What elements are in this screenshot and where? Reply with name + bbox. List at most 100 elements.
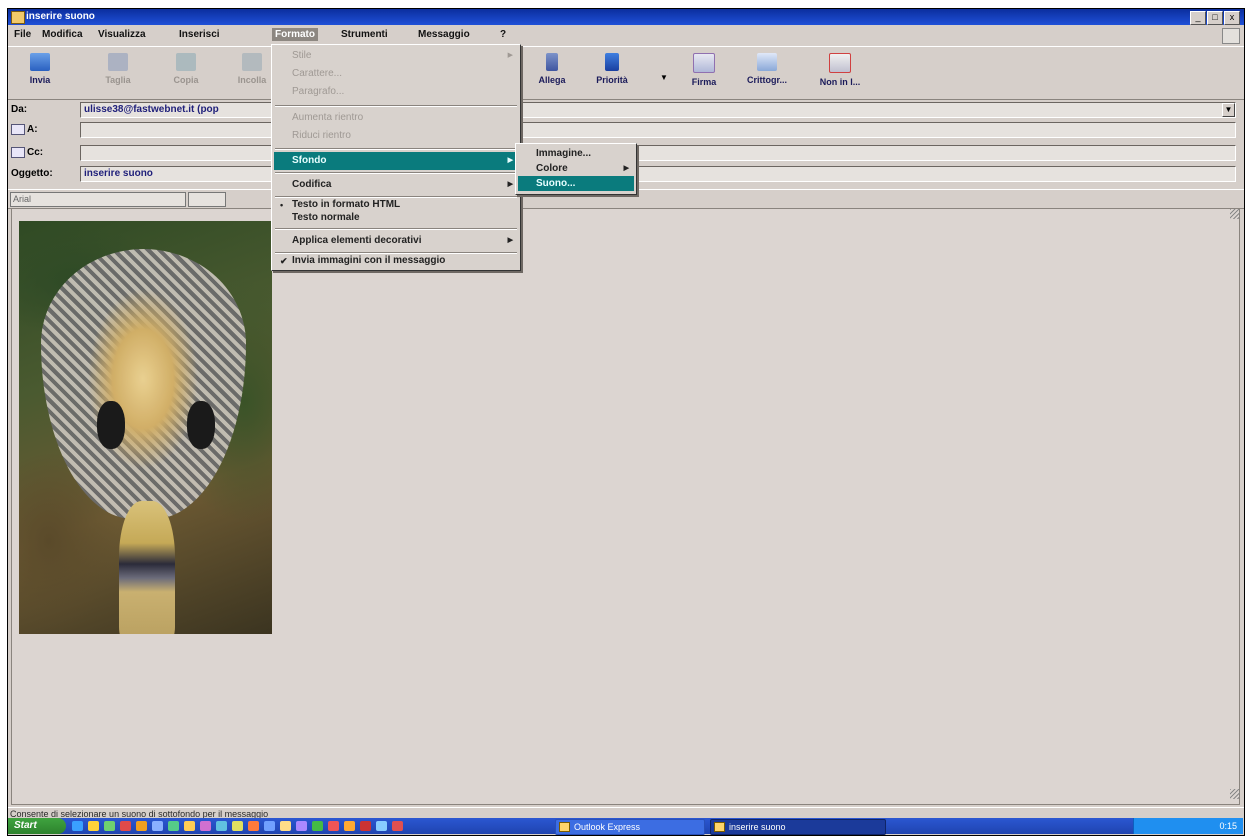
font-size-select[interactable] [188,192,226,207]
quicklaunch-app-icon[interactable] [392,821,403,831]
cobra-image[interactable] [19,221,272,634]
menu-bar: File Modifica Visualizza Inserisci Forma… [8,26,1244,44]
menu-messaggio[interactable]: Messaggio [418,29,470,40]
cobra-neck [119,501,175,634]
quicklaunch-ie-icon[interactable] [72,821,83,831]
outlook-window: inserire suono _ □ x File Modifica Visua… [7,8,1245,836]
quicklaunch-folder-icon[interactable] [88,821,99,831]
title-bar[interactable]: inserire suono _ □ x [8,9,1244,25]
menu-item-riduci-rientro[interactable]: Riduci rientro [274,127,518,145]
menu-item-sfondo[interactable]: Sfondo ▶ [274,152,518,170]
attach-button[interactable]: Allega [526,49,578,85]
quicklaunch-app-icon[interactable] [152,821,163,831]
signature-icon [693,53,715,73]
quicklaunch-app-icon[interactable] [104,821,115,831]
quicklaunch-app-icon[interactable] [360,821,371,831]
sfondo-submenu: Immagine... Colore ▶ Suono... [515,143,637,195]
cobra-hood [41,249,246,519]
quicklaunch-app-icon[interactable] [280,821,291,831]
minimize-button[interactable]: _ [1190,11,1206,25]
font-select[interactable]: Arial [10,192,186,207]
hood-mark-right [187,401,215,449]
body-scroll-grip-top [1230,209,1240,219]
quicklaunch-app-icon[interactable] [136,821,147,831]
quicklaunch-app-icon[interactable] [328,821,339,831]
menu-modifica[interactable]: Modifica [42,29,83,40]
submenu-item-suono[interactable]: Suono... [518,176,634,191]
menu-separator [275,172,517,174]
menu-separator [275,148,517,150]
quicklaunch-app-icon[interactable] [216,821,227,831]
quicklaunch-app-icon[interactable] [248,821,259,831]
tray-clock[interactable]: 0:15 [1219,821,1237,831]
submenu-item-immagine[interactable]: Immagine... [518,146,634,161]
paste-icon [242,53,262,71]
signature-button[interactable]: Firma [678,49,730,87]
quicklaunch-app-icon[interactable] [344,821,355,831]
submenu-arrow-icon: ▶ [507,157,513,164]
submenu-arrow-icon: ▶ [623,165,629,172]
menu-inserisci[interactable]: Inserisci [179,29,220,40]
from-dropdown-icon[interactable]: ▼ [1222,103,1235,117]
offline-button[interactable]: Non in l... [814,49,866,87]
submenu-arrow-icon: ▶ [507,52,513,59]
submenu-arrow-icon: ▶ [507,181,513,188]
maximize-button[interactable]: □ [1207,11,1223,25]
from-field[interactable]: ulisse38@fastwebnet.it (pop [80,102,1236,118]
subject-field[interactable]: inserire suono [80,166,1236,182]
quicklaunch-app-icon[interactable] [184,821,195,831]
task-outlook-express[interactable]: Outlook Express [555,819,705,835]
start-button[interactable]: Start [8,818,66,834]
cc-field[interactable] [80,145,1236,161]
encrypt-icon [757,53,777,71]
menu-item-paragrafo[interactable]: Paragrafo... [274,83,518,101]
submenu-item-colore[interactable]: Colore ▶ [518,161,634,176]
offline-icon [829,53,851,73]
cc-label[interactable]: Cc: [11,147,43,158]
menu-file[interactable]: File [14,29,31,40]
encrypt-button[interactable]: Crittogr... [741,49,793,85]
menu-item-invia-immagini[interactable]: ✔ Invia immagini con il messaggio [274,254,518,268]
menu-item-codifica[interactable]: Codifica ▶ [274,176,518,194]
outlook-task-icon [559,822,570,832]
task-inserire-suono[interactable]: inserire suono [710,819,886,835]
priority-arrow-icon [605,53,619,71]
menu-help[interactable]: ? [500,29,506,40]
to-row: A: [8,120,1244,140]
quicklaunch-app-icon[interactable] [120,821,131,831]
window-controls: _ □ x [1190,11,1240,25]
message-task-icon [714,822,725,832]
quicklaunch-app-icon[interactable] [296,821,307,831]
quicklaunch-app-icon[interactable] [232,821,243,831]
radio-bullet-icon: • [280,200,284,210]
formato-menu: Stile ▶ Carattere... Paragrafo... Aumenta… [271,44,521,271]
to-field[interactable] [80,122,1236,138]
menu-item-testo-normale[interactable]: Testo normale [274,211,518,225]
quicklaunch-app-icon[interactable] [264,821,275,831]
menu-item-aumenta-rientro[interactable]: Aumenta rientro [274,109,518,127]
copy-button[interactable]: Copia [160,49,212,85]
hood-mark-left [97,401,125,449]
menu-visualizza[interactable]: Visualizza [98,29,146,40]
menu-formato[interactable]: Formato [272,28,318,41]
menu-item-carattere[interactable]: Carattere... [274,65,518,83]
from-row: Da: ulisse38@fastwebnet.it (pop ▼ [8,100,1244,120]
quicklaunch-app-icon[interactable] [312,821,323,831]
close-button[interactable]: x [1224,11,1240,25]
body-scroll-grip-bottom [1230,789,1240,799]
to-label[interactable]: A: [11,124,38,135]
priority-dropdown-icon[interactable]: ▼ [660,73,668,82]
menu-item-stile[interactable]: Stile ▶ [274,47,518,65]
menu-item-testo-html[interactable]: • Testo in formato HTML [274,198,518,212]
menu-item-applica-elementi[interactable]: Applica elementi decorativi ▶ [274,232,518,250]
cut-button[interactable]: Taglia [92,49,144,85]
priority-button[interactable]: Priorità [586,49,638,85]
menu-strumenti[interactable]: Strumenti [341,29,388,40]
send-button[interactable]: Invia [14,49,66,85]
windows-logo-icon [1222,28,1240,44]
from-label: Da: [11,104,28,115]
quicklaunch-app-icon[interactable] [376,821,387,831]
quicklaunch-app-icon[interactable] [168,821,179,831]
quicklaunch-app-icon[interactable] [200,821,211,831]
address-book-icon [11,124,25,135]
